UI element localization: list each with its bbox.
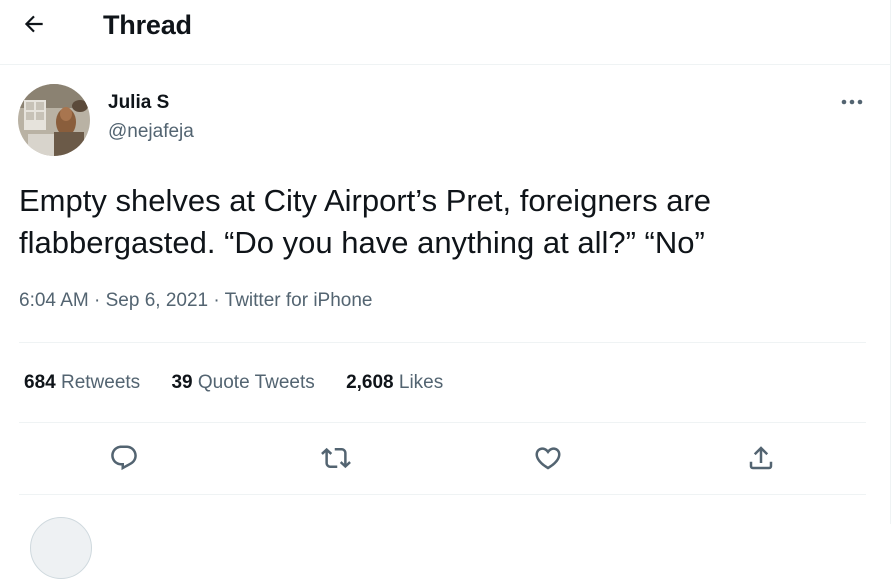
share-button[interactable] — [741, 440, 781, 480]
more-icon — [840, 93, 864, 111]
likes-label: Likes — [398, 372, 444, 393]
retweet-button[interactable] — [316, 440, 356, 480]
meta-separator: · — [213, 290, 220, 311]
thread-header: Thread — [0, 0, 890, 65]
retweets-stat[interactable]: 684 Retweets — [24, 370, 140, 396]
divider — [19, 422, 866, 423]
quote-tweets-stat[interactable]: 39 Quote Tweets — [171, 370, 314, 396]
author-name[interactable]: Julia S — [108, 91, 169, 115]
retweets-label: Retweets — [60, 372, 141, 393]
share-icon — [746, 443, 776, 478]
reply-icon — [109, 443, 139, 478]
heart-icon — [533, 443, 563, 478]
like-button[interactable] — [528, 440, 568, 480]
next-reply-avatar[interactable] — [30, 517, 92, 579]
tweet-meta: 6:04 AM · Sep 6, 2021 · Twitter for iPho… — [19, 289, 372, 313]
likes-stat[interactable]: 2,608 Likes — [346, 370, 443, 396]
tweet-actions — [19, 440, 866, 480]
thread-column: Thread Julia S @nejafeja Empty shelves a… — [0, 0, 891, 579]
tweet-stats: 684 Retweets 39 Quote Tweets 2,608 Likes — [24, 370, 469, 396]
retweets-count: 684 — [24, 372, 56, 393]
meta-separator: · — [94, 290, 101, 311]
divider — [19, 494, 866, 495]
arrow-left-icon — [21, 11, 47, 42]
retweet-icon — [321, 443, 351, 478]
more-options-button[interactable] — [832, 86, 872, 118]
author-handle[interactable]: @nejafeja — [108, 120, 194, 144]
page-title: Thread — [103, 10, 192, 40]
tweet-time[interactable]: 6:04 AM — [19, 290, 89, 311]
back-button[interactable] — [14, 6, 54, 46]
likes-count: 2,608 — [346, 372, 394, 393]
tweet-text-line: flabbergasted. “Do you have anything at … — [19, 225, 705, 260]
tweet-date[interactable]: Sep 6, 2021 — [106, 290, 208, 311]
tweet-text-line: Empty shelves at City Airport’s Pret, fo… — [19, 183, 712, 218]
tweet-source[interactable]: Twitter for iPhone — [225, 290, 373, 311]
divider — [19, 342, 866, 343]
quotes-label: Quote Tweets — [197, 372, 315, 393]
reply-button[interactable] — [104, 440, 144, 480]
tweet-text: Empty shelves at City Airport’s Pret, fo… — [19, 180, 869, 264]
profile-photo — [18, 84, 90, 156]
author-avatar[interactable] — [18, 84, 90, 156]
quotes-count: 39 — [171, 372, 193, 393]
